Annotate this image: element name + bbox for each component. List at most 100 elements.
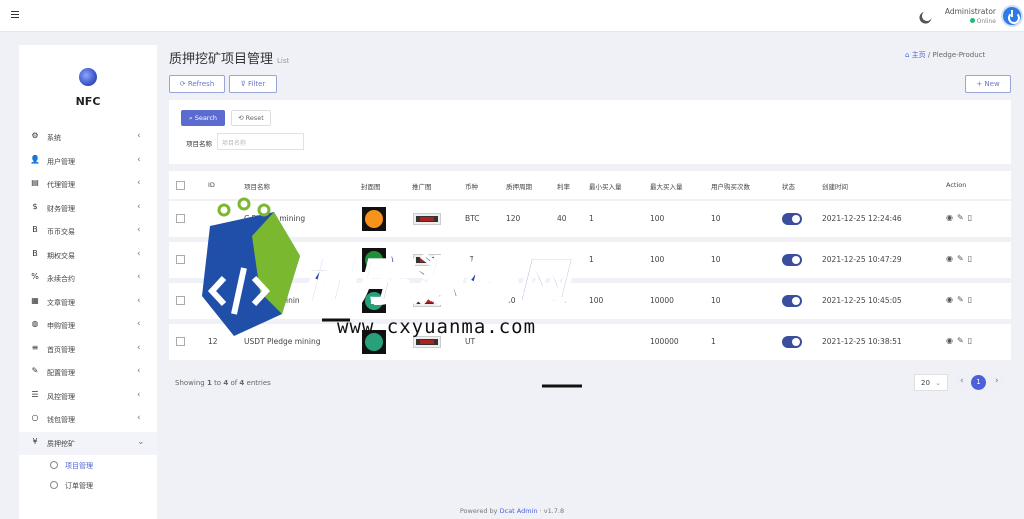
- sidebar-item[interactable]: B 期权交易 ‹: [19, 244, 157, 268]
- menu-toggle-icon[interactable]: [11, 11, 19, 18]
- menu-icon: ☰: [31, 389, 39, 399]
- dcat-link[interactable]: Dcat Admin: [500, 507, 538, 515]
- sidebar-item[interactable]: ⚙ 系统 ‹: [19, 126, 157, 150]
- menu-icon: ✎: [31, 366, 39, 375]
- column-header: 用户购买次数: [711, 183, 750, 191]
- status-toggle[interactable]: [782, 254, 802, 266]
- sidebar-item[interactable]: B 币币交易 ‹: [19, 220, 157, 244]
- cell-created: 2021-12-25 12:24:46: [822, 214, 902, 223]
- sidebar-item[interactable]: ▤ 代理管理 ‹: [19, 173, 157, 197]
- cell-times: 10: [711, 255, 721, 264]
- page-button[interactable]: 1: [971, 375, 986, 390]
- menu-icon: ⚙: [31, 131, 39, 140]
- project-name-input[interactable]: 项目名称: [217, 133, 304, 150]
- menu-icon: ≡: [31, 342, 39, 352]
- row-checkbox[interactable]: [176, 255, 185, 264]
- view-icon[interactable]: ◉: [946, 295, 957, 304]
- edit-icon[interactable]: ✎: [957, 336, 968, 345]
- sidebar-item[interactable]: ○ 钱包管理 ‹: [19, 408, 157, 432]
- sidebar-item[interactable]: ☰ 风控管理 ‹: [19, 385, 157, 409]
- sidebar-item-label: 用户管理: [47, 157, 75, 166]
- sidebar-item-label: 首页管理: [47, 345, 75, 354]
- delete-icon[interactable]: ▯: [968, 213, 976, 222]
- search-button[interactable]: ⌕ Search: [181, 110, 225, 126]
- column-header: 利率: [557, 183, 570, 191]
- cell-min: 1: [589, 214, 594, 223]
- status-toggle[interactable]: [782, 213, 802, 225]
- sidebar-item[interactable]: % 永续合约 ‹: [19, 267, 157, 291]
- cover-image: [362, 207, 386, 231]
- row-actions: ◉✎▯: [946, 213, 976, 222]
- sidebar-item[interactable]: 👤 用户管理 ‹: [19, 150, 157, 174]
- filter-button[interactable]: ⊽ Filter: [229, 75, 277, 93]
- cell-cycle: 120: [506, 214, 521, 223]
- view-icon[interactable]: ◉: [946, 336, 957, 345]
- watermark-url: www.cxyuanma.com: [337, 316, 537, 338]
- column-header: 项目名称: [244, 183, 270, 191]
- view-icon[interactable]: ◉: [946, 254, 957, 263]
- menu-icon: ▤: [31, 178, 39, 187]
- sidebar-item-label: 文章管理: [47, 298, 75, 307]
- row-checkbox[interactable]: [176, 337, 185, 346]
- cell-coin: UT: [465, 337, 476, 346]
- menu-icon: ○: [31, 413, 39, 422]
- column-header: 创建时间: [822, 183, 848, 191]
- edit-icon[interactable]: ✎: [957, 295, 968, 304]
- delete-icon[interactable]: ▯: [968, 254, 976, 263]
- refresh-button[interactable]: ⟳ Refresh: [169, 75, 225, 93]
- view-icon[interactable]: ◉: [946, 213, 957, 222]
- cell-times: 10: [711, 214, 721, 223]
- sidebar-item-label: 财务管理: [47, 204, 75, 213]
- menu-icon: 👤: [30, 154, 40, 164]
- sidebar-item[interactable]: ✎ 配置管理 ‹: [19, 361, 157, 385]
- promo-image: [414, 214, 440, 224]
- row-checkbox[interactable]: [176, 214, 185, 223]
- sidebar-subitem[interactable]: 订单管理: [19, 475, 157, 495]
- sidebar-subitem-label: 订单管理: [65, 482, 93, 490]
- delete-icon[interactable]: ▯: [968, 336, 976, 345]
- status-toggle[interactable]: [782, 295, 802, 307]
- per-page-select[interactable]: 20 ⌄: [914, 374, 948, 391]
- delete-icon[interactable]: ▯: [968, 295, 976, 304]
- sidebar-item[interactable]: ≡ 首页管理 ‹: [19, 338, 157, 362]
- dark-mode-icon[interactable]: [921, 10, 934, 23]
- chevron-icon: ‹: [137, 154, 141, 165]
- circle-icon: [50, 481, 58, 489]
- sidebar-item[interactable]: ◍ 申购管理 ‹: [19, 314, 157, 338]
- sidebar: NFC ⚙ 系统 ‹ 👤 用户管理 ‹ ▤ 代理管理 ‹ $ 财务管理 ‹ B 币币交易 ‹ B 期权交易 ‹% 永…: [19, 45, 157, 519]
- next-page-icon[interactable]: ›: [995, 376, 999, 386]
- cell-rate: 40: [557, 214, 567, 223]
- breadcrumb-home[interactable]: ⌂ 主页: [905, 51, 926, 59]
- sidebar-item-label: 系统: [47, 134, 61, 142]
- select-all-checkbox[interactable]: [176, 181, 185, 190]
- column-header: ID: [208, 181, 215, 189]
- breadcrumb: ⌂ 主页 / Pledge-Product: [905, 51, 986, 59]
- avatar[interactable]: [1001, 5, 1023, 27]
- reset-button[interactable]: ⟲ Reset: [231, 110, 271, 126]
- sidebar-item[interactable]: ¥ 质押挖矿 ⌄: [19, 431, 157, 455]
- column-header: 最小买入量: [589, 183, 622, 191]
- menu-icon: ¥: [32, 436, 38, 446]
- user-name[interactable]: Administrator: [940, 7, 996, 16]
- row-actions: ◉✎▯: [946, 254, 976, 263]
- sidebar-item[interactable]: $ 财务管理 ‹: [19, 197, 157, 221]
- watermark-title: 程序源码网: [299, 250, 571, 312]
- edit-icon[interactable]: ✎: [957, 254, 968, 263]
- page-subtitle: List: [277, 57, 290, 65]
- new-button[interactable]: + New: [965, 75, 1011, 93]
- chevron-icon: ‹: [137, 248, 141, 259]
- menu-icon: ◍: [31, 319, 39, 328]
- sidebar-item-label: 代理管理: [47, 181, 75, 189]
- edit-icon[interactable]: ✎: [957, 213, 968, 222]
- pager: ‹ 1 ›: [955, 374, 1005, 391]
- sidebar-item[interactable]: ▦ 文章管理 ‹: [19, 291, 157, 315]
- row-checkbox[interactable]: [176, 296, 185, 305]
- status-toggle[interactable]: [782, 336, 802, 348]
- sidebar-subitem[interactable]: 项目管理: [19, 455, 157, 475]
- column-header: Action: [946, 181, 967, 189]
- cell-id: 12: [208, 337, 218, 346]
- prev-page-icon[interactable]: ‹: [960, 376, 964, 386]
- top-bar: Administrator Online: [0, 0, 1024, 32]
- user-status: Online: [940, 18, 996, 25]
- footer: Powered by Dcat Admin · v1.7.8: [459, 507, 565, 515]
